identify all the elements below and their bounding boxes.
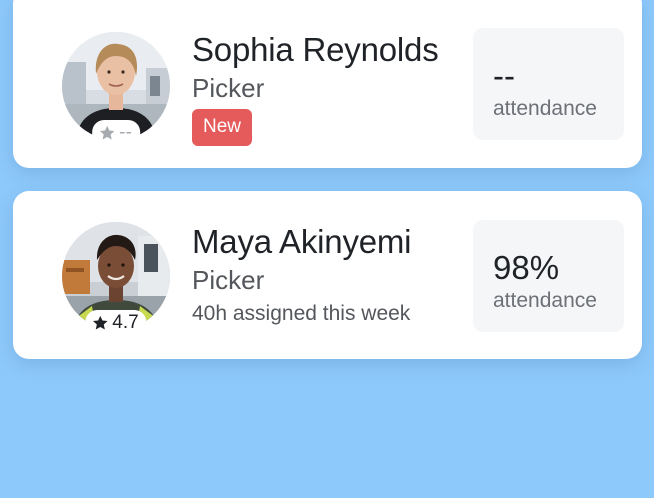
star-icon xyxy=(93,315,108,330)
attendance-box: -- attendance xyxy=(473,28,624,140)
attendance-value: -- xyxy=(493,57,515,94)
worker-role: Picker xyxy=(192,73,265,103)
attendance-value: 98% xyxy=(493,249,560,286)
worker-info: Sophia Reynolds Picker New xyxy=(192,30,439,146)
worker-name: Maya Akinyemi xyxy=(192,223,412,260)
rating-value: -- xyxy=(119,122,132,143)
assigned-hours: 40h assigned this week xyxy=(192,302,411,325)
worker-card[interactable]: 4.7 Maya Akinyemi Picker 40h assigned th… xyxy=(13,191,642,359)
attendance-label: attendance xyxy=(493,289,597,312)
worker-info: Maya Akinyemi Picker 40h assigned this w… xyxy=(192,222,412,326)
attendance-box: 98% attendance xyxy=(473,220,624,332)
rating-value: 4.7 xyxy=(112,312,139,333)
avatar-container: -- xyxy=(62,32,170,146)
worker-card[interactable]: -- Sophia Reynolds Picker New -- attenda… xyxy=(13,0,642,168)
star-icon xyxy=(99,125,115,140)
attendance-label: attendance xyxy=(493,97,597,120)
avatar-container: 4.7 xyxy=(62,222,170,336)
worker-role: Picker xyxy=(192,265,265,295)
rating-badge: -- xyxy=(92,120,140,146)
rating-badge: 4.7 xyxy=(85,310,147,336)
worker-name: Sophia Reynolds xyxy=(192,31,439,68)
new-badge: New xyxy=(192,109,253,146)
